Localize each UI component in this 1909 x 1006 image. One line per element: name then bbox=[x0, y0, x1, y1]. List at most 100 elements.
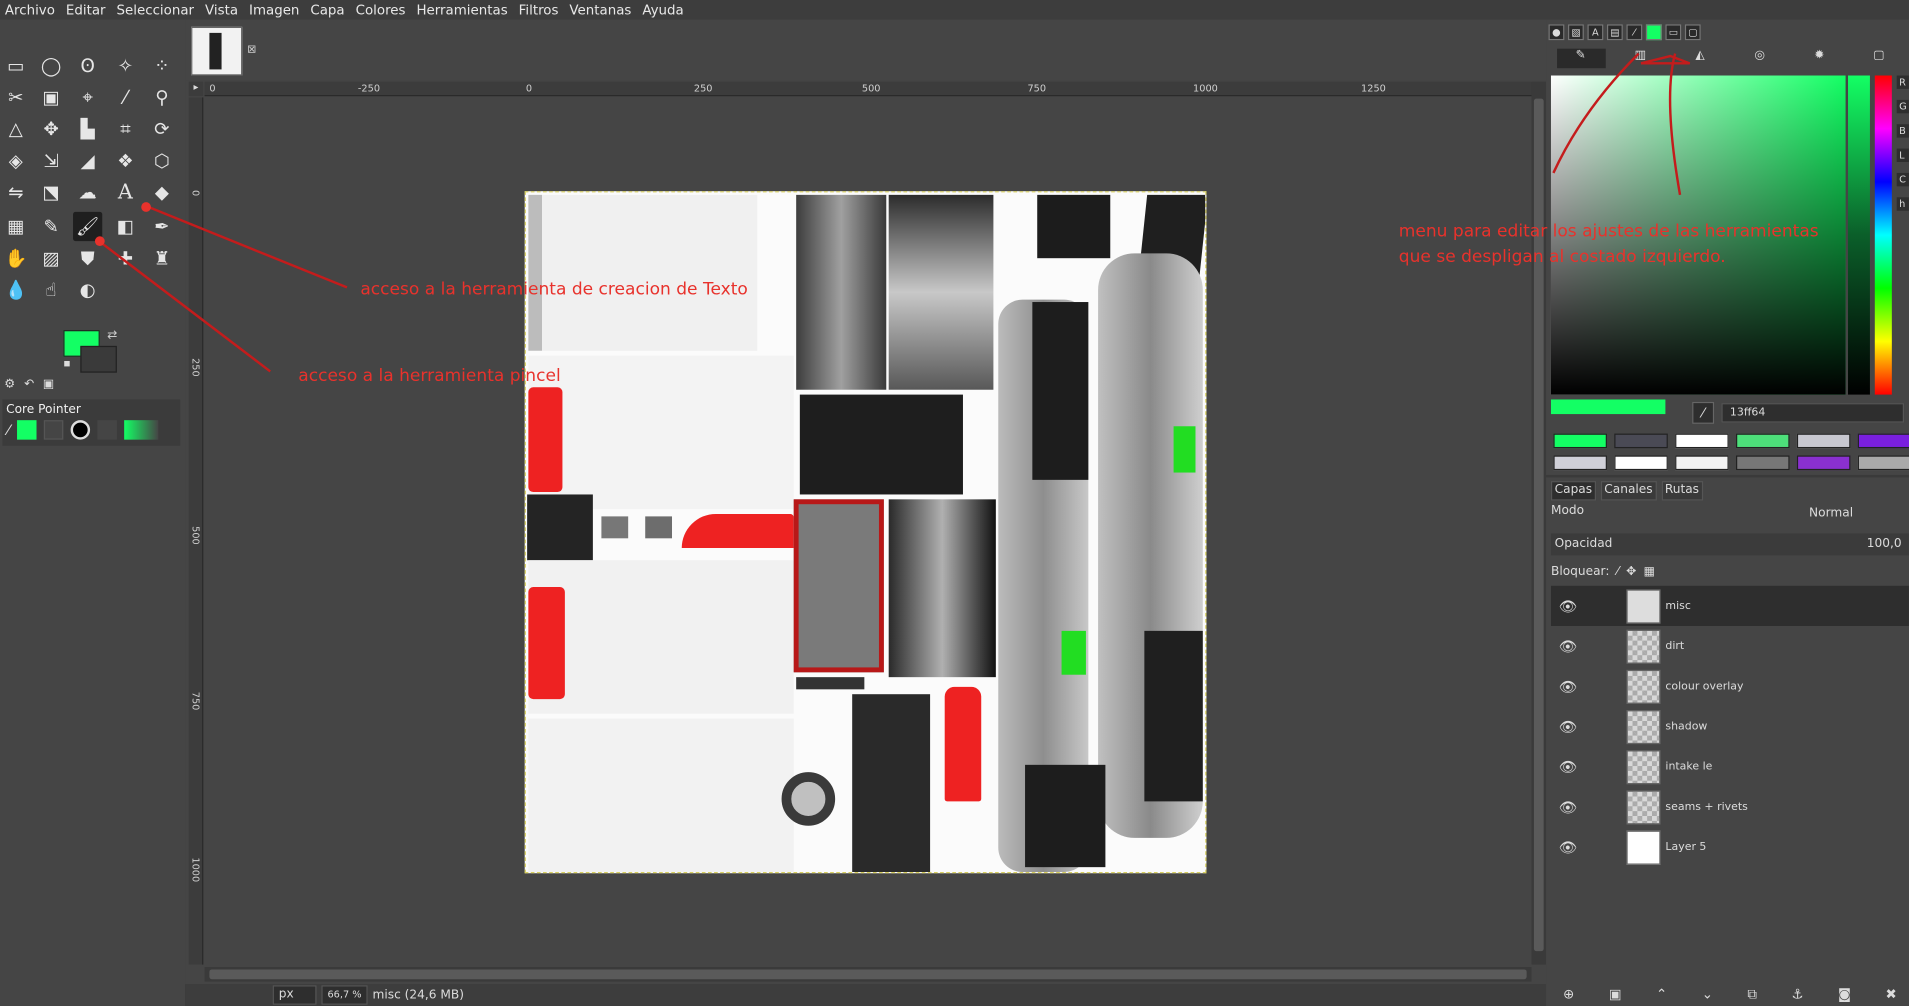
history-swatch[interactable] bbox=[1857, 433, 1909, 449]
raise-layer-icon[interactable]: ⌃ bbox=[1656, 986, 1667, 1003]
layer-row[interactable]: 👁 seams + rivets bbox=[1551, 787, 1909, 827]
by-color-select-icon[interactable]: ⁘ bbox=[147, 51, 176, 80]
tab-canales[interactable]: Canales bbox=[1600, 481, 1657, 501]
fuzzy-select-icon[interactable]: ✧ bbox=[111, 51, 140, 80]
history-swatch[interactable] bbox=[1796, 433, 1851, 449]
eyedropper-icon[interactable]: ⁄ bbox=[1692, 401, 1715, 424]
new-layer-icon[interactable]: ▣ bbox=[1609, 986, 1622, 1003]
paths-icon[interactable]: ⌖ bbox=[73, 83, 102, 112]
document-history-icon[interactable]: ▢ bbox=[1684, 24, 1701, 41]
hue-slider[interactable] bbox=[1848, 75, 1870, 395]
ink-icon[interactable]: ✋ bbox=[1, 244, 30, 273]
palette-tab-icon[interactable]: ▤ bbox=[1606, 24, 1623, 41]
close-icon[interactable]: ⊠ bbox=[247, 44, 256, 56]
eye-icon[interactable]: 👁 bbox=[1551, 718, 1585, 735]
hex-input[interactable]: 13ff64 bbox=[1721, 403, 1905, 423]
warp-icon[interactable]: ☁ bbox=[73, 178, 102, 207]
dock-divider[interactable] bbox=[1546, 474, 1909, 478]
scissors-icon[interactable]: ✂ bbox=[1, 83, 30, 112]
menu-ventanas[interactable]: Ventanas bbox=[565, 2, 638, 18]
flip-icon[interactable]: ⇋ bbox=[1, 178, 30, 207]
opacity-value[interactable]: 100,0 bbox=[1867, 537, 1902, 550]
blur-icon[interactable]: 💧 bbox=[1, 275, 30, 304]
font-tab-icon[interactable]: A bbox=[1587, 24, 1604, 41]
text-tool-icon[interactable]: A bbox=[111, 178, 140, 207]
images-tab-icon[interactable]: ▣ bbox=[41, 378, 56, 393]
tab-capas[interactable]: Capas bbox=[1550, 481, 1596, 501]
eye-icon[interactable]: 👁 bbox=[1551, 597, 1585, 614]
eye-icon[interactable]: 👁 bbox=[1551, 678, 1585, 695]
clone-icon[interactable]: ⛊ bbox=[73, 244, 102, 273]
cage-icon[interactable]: ⬡ bbox=[147, 146, 176, 175]
history-swatch[interactable] bbox=[1675, 455, 1729, 471]
gradient-tab-icon[interactable]: ▭ bbox=[1665, 24, 1682, 41]
perspective-icon[interactable]: ◢ bbox=[73, 146, 102, 175]
channel-g[interactable]: G bbox=[1896, 99, 1909, 114]
ellipse-select-icon[interactable]: ◯ bbox=[37, 51, 66, 80]
heal-icon[interactable]: ✚ bbox=[111, 244, 140, 273]
history-swatch[interactable] bbox=[1553, 455, 1607, 471]
unified-transform-icon[interactable]: ⬔ bbox=[37, 178, 66, 207]
tool-options-tab-icon[interactable]: ⚙ bbox=[2, 378, 17, 393]
delete-layer-icon[interactable]: ✖ bbox=[1885, 986, 1896, 1003]
eye-icon[interactable]: 👁 bbox=[1551, 638, 1585, 655]
brush-tab-icon[interactable]: ● bbox=[1548, 24, 1565, 41]
mypaint-brush-icon[interactable]: ▨ bbox=[37, 244, 66, 273]
move-icon[interactable]: ✥ bbox=[37, 114, 66, 143]
menu-herramientas[interactable]: Herramientas bbox=[412, 2, 514, 18]
layer-row[interactable]: 👁 dirt bbox=[1551, 626, 1909, 666]
smudge-icon[interactable]: ☝ bbox=[37, 275, 66, 304]
foreground-color-bar[interactable] bbox=[1550, 399, 1666, 415]
channel-c[interactable]: C bbox=[1896, 172, 1909, 187]
background-color-swatch[interactable] bbox=[80, 345, 117, 373]
align-icon[interactable]: ▙ bbox=[73, 114, 102, 143]
menu-capa[interactable]: Capa bbox=[306, 2, 351, 18]
transform-3d-icon[interactable]: ❖ bbox=[111, 146, 140, 175]
free-select-icon[interactable]: ʘ bbox=[73, 51, 102, 80]
gradient-icon[interactable]: ▦ bbox=[1, 212, 30, 241]
menu-colores[interactable]: Colores bbox=[351, 2, 412, 18]
watercolor-selector-icon[interactable]: ✹ bbox=[1795, 49, 1844, 68]
channel-h[interactable]: h bbox=[1896, 197, 1909, 211]
horizontal-scrollbar[interactable] bbox=[204, 967, 1532, 982]
eraser-icon[interactable]: ◧ bbox=[111, 212, 140, 241]
gimp-selector-icon[interactable]: ✎ bbox=[1556, 48, 1606, 69]
eye-icon[interactable]: 👁 bbox=[1551, 798, 1585, 815]
unit-select[interactable]: px bbox=[272, 985, 317, 1005]
rect-select-icon[interactable]: ▭ bbox=[1, 51, 30, 80]
menu-seleccionar[interactable]: Seleccionar bbox=[112, 2, 201, 18]
layer-row[interactable]: 👁 intake le bbox=[1551, 747, 1909, 787]
layer-row[interactable]: 👁 misc bbox=[1550, 585, 1909, 627]
tab-rutas[interactable]: Rutas bbox=[1661, 481, 1703, 501]
rotate-icon[interactable]: ⟳ bbox=[147, 114, 176, 143]
eye-icon[interactable]: 👁 bbox=[1551, 758, 1585, 775]
history-swatch[interactable] bbox=[1675, 433, 1729, 449]
bucket-fill-icon[interactable]: ◆ bbox=[147, 178, 176, 207]
zoom-icon[interactable]: ⚲ bbox=[147, 83, 176, 112]
paintbrush-icon[interactable]: 🖌 bbox=[73, 211, 103, 242]
reset-colors-icon[interactable]: ▪ bbox=[63, 358, 75, 370]
history-swatch[interactable] bbox=[1857, 455, 1909, 471]
duplicate-layer-icon[interactable]: ⧉ bbox=[1747, 986, 1757, 1003]
menu-imagen[interactable]: Imagen bbox=[244, 2, 305, 18]
layer-row[interactable]: 👁 Layer 5 bbox=[1551, 827, 1909, 867]
history-swatch[interactable] bbox=[1614, 455, 1668, 471]
menu-vista[interactable]: Vista bbox=[200, 2, 244, 18]
scroll-thumb[interactable] bbox=[209, 969, 1527, 980]
paint-dynamics-icon[interactable]: ⁄ bbox=[1626, 24, 1643, 41]
menu-archivo[interactable]: Archivo bbox=[0, 2, 61, 18]
scales-selector-icon[interactable]: ▢ bbox=[1855, 49, 1904, 68]
history-swatch[interactable] bbox=[1736, 455, 1790, 471]
image-tab-thumbnail[interactable] bbox=[191, 26, 243, 76]
airbrush-icon[interactable]: ✒ bbox=[147, 212, 176, 241]
lock-alpha-icon[interactable]: ▦ bbox=[1644, 565, 1656, 578]
color-picker-icon[interactable]: ⁄ bbox=[111, 83, 140, 112]
pencil-icon[interactable]: ✎ bbox=[37, 212, 66, 241]
eye-icon[interactable]: 👁 bbox=[1551, 839, 1585, 856]
perspective-clone-icon[interactable]: ♜ bbox=[147, 244, 176, 273]
history-swatch[interactable] bbox=[1796, 455, 1851, 471]
spectrum-slider[interactable] bbox=[1874, 75, 1892, 395]
measure-icon[interactable]: △ bbox=[1, 114, 30, 143]
opacity-row[interactable]: Opacidad 100,0 bbox=[1550, 533, 1909, 556]
menu-filtros[interactable]: Filtros bbox=[514, 2, 565, 18]
